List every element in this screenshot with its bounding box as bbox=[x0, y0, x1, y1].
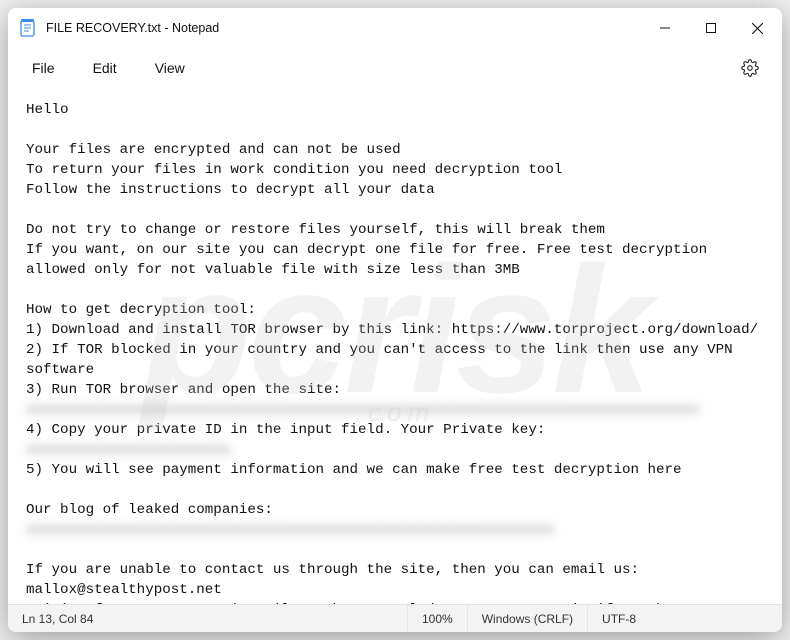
text-line: Do not try to change or restore files yo… bbox=[26, 222, 605, 238]
text-line: Our blog of leaked companies: bbox=[26, 502, 273, 518]
status-cursor-position: Ln 13, Col 84 bbox=[8, 605, 408, 632]
minimize-button[interactable] bbox=[642, 8, 688, 48]
menu-file[interactable]: File bbox=[16, 54, 71, 82]
statusbar: Ln 13, Col 84 100% Windows (CRLF) UTF-8 bbox=[8, 604, 782, 632]
menu-view[interactable]: View bbox=[139, 54, 201, 82]
window-title: FILE RECOVERY.txt - Notepad bbox=[46, 21, 219, 35]
redacted-text: xxxxxxxxxxxxxxxxxxxxxxxx bbox=[26, 442, 230, 458]
text-line: How to get decryption tool: bbox=[26, 302, 256, 318]
redacted-text: xxxxxxxxxxxxxxxxxxxxxxxxxxxxxxxxxxxxxxxx… bbox=[26, 522, 554, 538]
menubar: File Edit View bbox=[8, 48, 782, 88]
text-line: Hello bbox=[26, 102, 69, 118]
redacted-text: xxxxxxxxxxxxxxxxxxxxxxxxxxxxxxxxxxxxxxxx… bbox=[26, 402, 699, 418]
text-line: Follow the instructions to decrypt all y… bbox=[26, 182, 435, 198]
text-line: If you are unable to contact us through … bbox=[26, 562, 648, 598]
close-button[interactable] bbox=[734, 8, 780, 48]
text-line: Your files are encrypted and can not be … bbox=[26, 142, 401, 158]
text-line: Waiting for a response via mail can be s… bbox=[26, 602, 733, 604]
text-line: 1) Download and install TOR browser by t… bbox=[26, 322, 758, 338]
settings-button[interactable] bbox=[732, 50, 768, 86]
text-line: To return your files in work condition y… bbox=[26, 162, 562, 178]
text-line: 2) If TOR blocked in your country and yo… bbox=[26, 342, 741, 378]
notepad-window: FILE RECOVERY.txt - Notepad File Edit Vi… bbox=[8, 8, 782, 632]
menu-edit[interactable]: Edit bbox=[77, 54, 133, 82]
text-line: 4) Copy your private ID in the input fie… bbox=[26, 422, 562, 438]
notepad-app-icon bbox=[20, 19, 36, 37]
status-line-ending: Windows (CRLF) bbox=[468, 605, 588, 632]
status-encoding: UTF-8 bbox=[588, 605, 650, 632]
titlebar[interactable]: FILE RECOVERY.txt - Notepad bbox=[8, 8, 782, 48]
text-line: 3) Run TOR browser and open the site: bbox=[26, 382, 341, 398]
text-line: If you want, on our site you can decrypt… bbox=[26, 242, 716, 278]
maximize-button[interactable] bbox=[688, 8, 734, 48]
text-line: 5) You will see payment information and … bbox=[26, 462, 682, 478]
text-area[interactable]: Hello Your files are encrypted and can n… bbox=[8, 88, 782, 604]
status-zoom: 100% bbox=[408, 605, 468, 632]
